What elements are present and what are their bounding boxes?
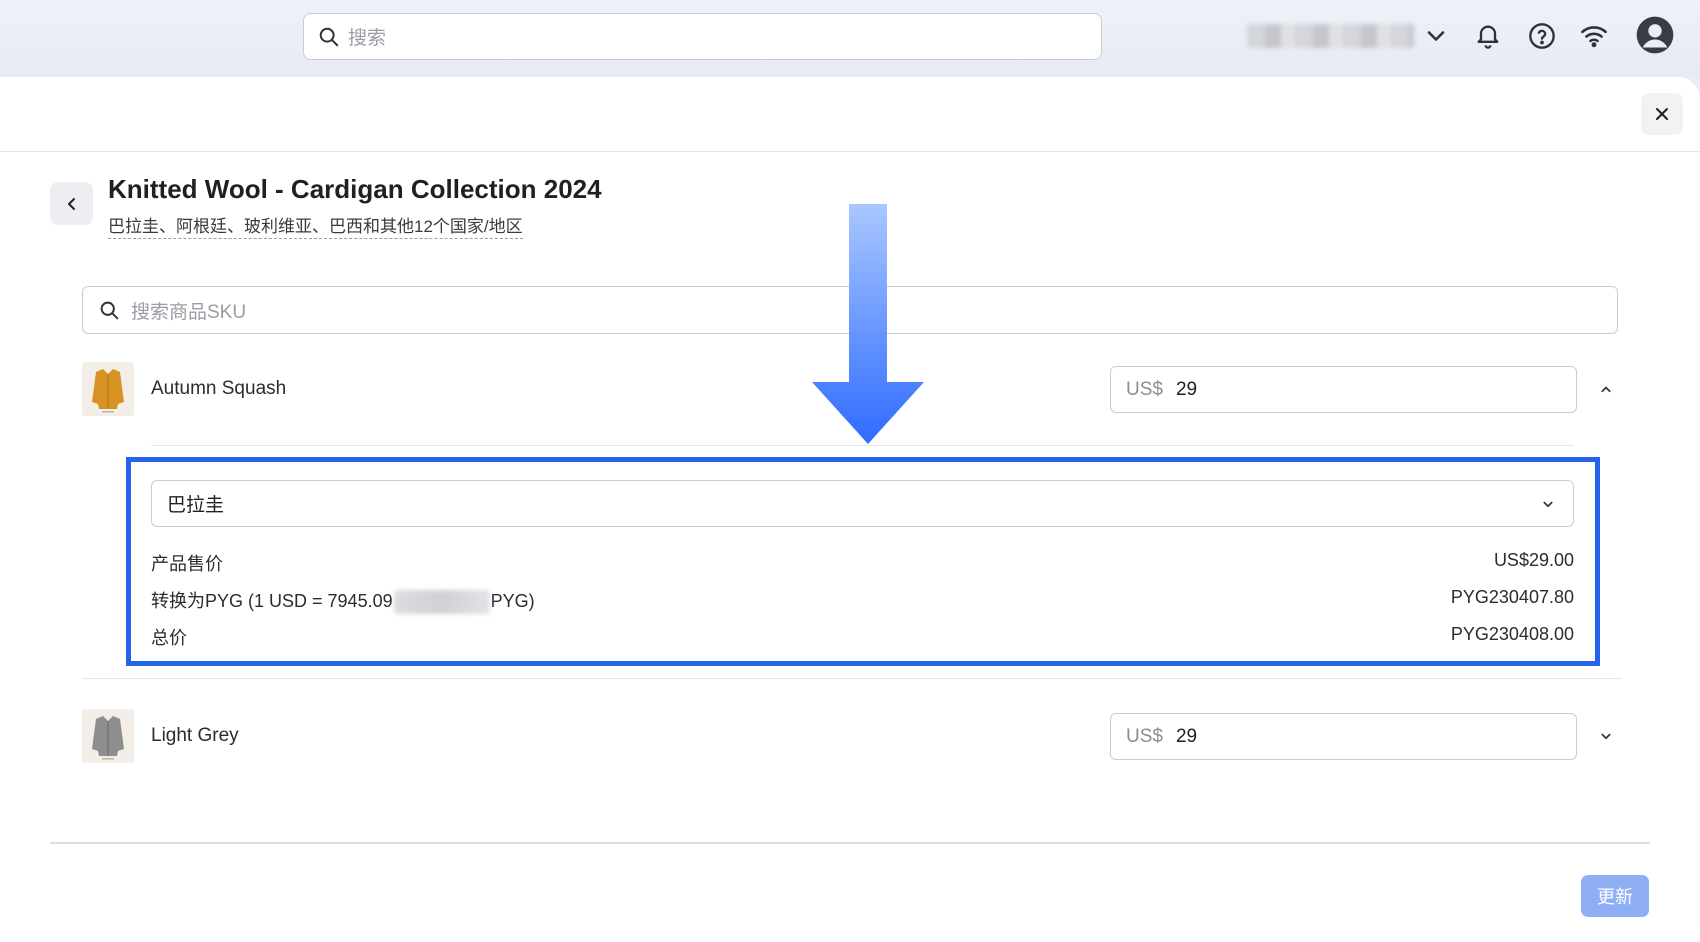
product-thumbnail <box>82 362 134 416</box>
product-thumbnail <box>82 709 134 763</box>
wifi-icon <box>1581 26 1607 48</box>
user-avatar-icon <box>1636 16 1674 54</box>
product-price-input[interactable]: US$ 29 <box>1110 366 1577 413</box>
chevron-left-icon <box>67 197 75 210</box>
detail-amount: US$29.00 <box>1493 550 1574 570</box>
detail-amount: PYG230407.80 <box>1450 587 1574 607</box>
product-price-input[interactable]: US$ 29 <box>1110 713 1577 760</box>
chevron-down-icon <box>1543 501 1553 508</box>
price-value: 29 <box>1175 378 1198 400</box>
user-avatar-button[interactable] <box>1634 14 1676 56</box>
product-name: Autumn Squash <box>151 378 287 399</box>
product-price-row: 产品售价 US$29.00 <box>151 547 1574 575</box>
search-icon <box>319 27 339 46</box>
divider <box>82 678 1622 679</box>
chevron-up-icon <box>1601 386 1611 393</box>
divider <box>151 445 1574 446</box>
page-title: Knitted Wool - Cardigan Collection 2024 <box>108 174 602 204</box>
footer-divider <box>50 842 1650 844</box>
total-row: 总价 PYG230408.00 <box>151 621 1574 649</box>
blurred-rate-digits <box>393 590 490 615</box>
chevron-down-icon <box>1601 733 1611 740</box>
back-button[interactable] <box>50 182 93 225</box>
sku-search-placeholder: 搜索商品SKU <box>131 301 247 323</box>
bell-icon <box>1477 25 1499 49</box>
country-select[interactable]: 巴拉圭 <box>151 480 1574 527</box>
detail-label: 转换为PYG (1 USD = 7945.09 PYG) <box>151 587 535 615</box>
help-button[interactable] <box>1524 18 1560 54</box>
collapse-toggle[interactable] <box>1597 380 1615 398</box>
top-bar: 搜索 <box>0 0 1700 78</box>
connection-status[interactable] <box>1576 18 1612 54</box>
currency-prefix: US$ <box>1126 725 1163 747</box>
product-name: Light Grey <box>151 725 239 746</box>
global-search-placeholder: 搜索 <box>348 28 387 49</box>
conversion-rate-text: 转换为PYG (1 USD = 7945.09 <box>151 591 393 611</box>
cardigan-image-icon <box>82 709 134 763</box>
notifications-button[interactable] <box>1470 18 1506 54</box>
search-icon <box>100 301 119 319</box>
help-icon <box>1529 23 1555 49</box>
arrow-down-icon <box>812 204 924 444</box>
update-button[interactable]: 更新 <box>1581 875 1649 917</box>
conversion-row: 转换为PYG (1 USD = 7945.09 PYG) PYG230407.80 <box>151 584 1574 615</box>
account-menu-toggle[interactable] <box>1418 18 1454 54</box>
close-icon <box>1656 108 1668 120</box>
conversion-currency: PYG) <box>490 591 535 611</box>
panel-header <box>0 77 1700 152</box>
detail-label: 产品售价 <box>151 554 223 574</box>
account-name-blurred[interactable] <box>1247 24 1414 48</box>
detail-amount: PYG230408.00 <box>1450 624 1574 644</box>
global-search-input[interactable]: 搜索 <box>303 13 1102 60</box>
close-button[interactable] <box>1641 93 1683 135</box>
price-value: 29 <box>1175 725 1198 747</box>
expand-toggle[interactable] <box>1597 727 1615 745</box>
selected-country: 巴拉圭 <box>167 495 225 516</box>
currency-prefix: US$ <box>1126 378 1163 400</box>
product-row-light-grey: Light Grey US$ 29 <box>82 709 1622 765</box>
cardigan-image-icon <box>82 362 134 416</box>
detail-label: 总价 <box>151 628 187 648</box>
market-countries-link[interactable]: 巴拉圭、阿根廷、玻利维亚、巴西和其他12个国家/地区 <box>108 212 523 239</box>
chevron-down-icon <box>1427 31 1445 41</box>
